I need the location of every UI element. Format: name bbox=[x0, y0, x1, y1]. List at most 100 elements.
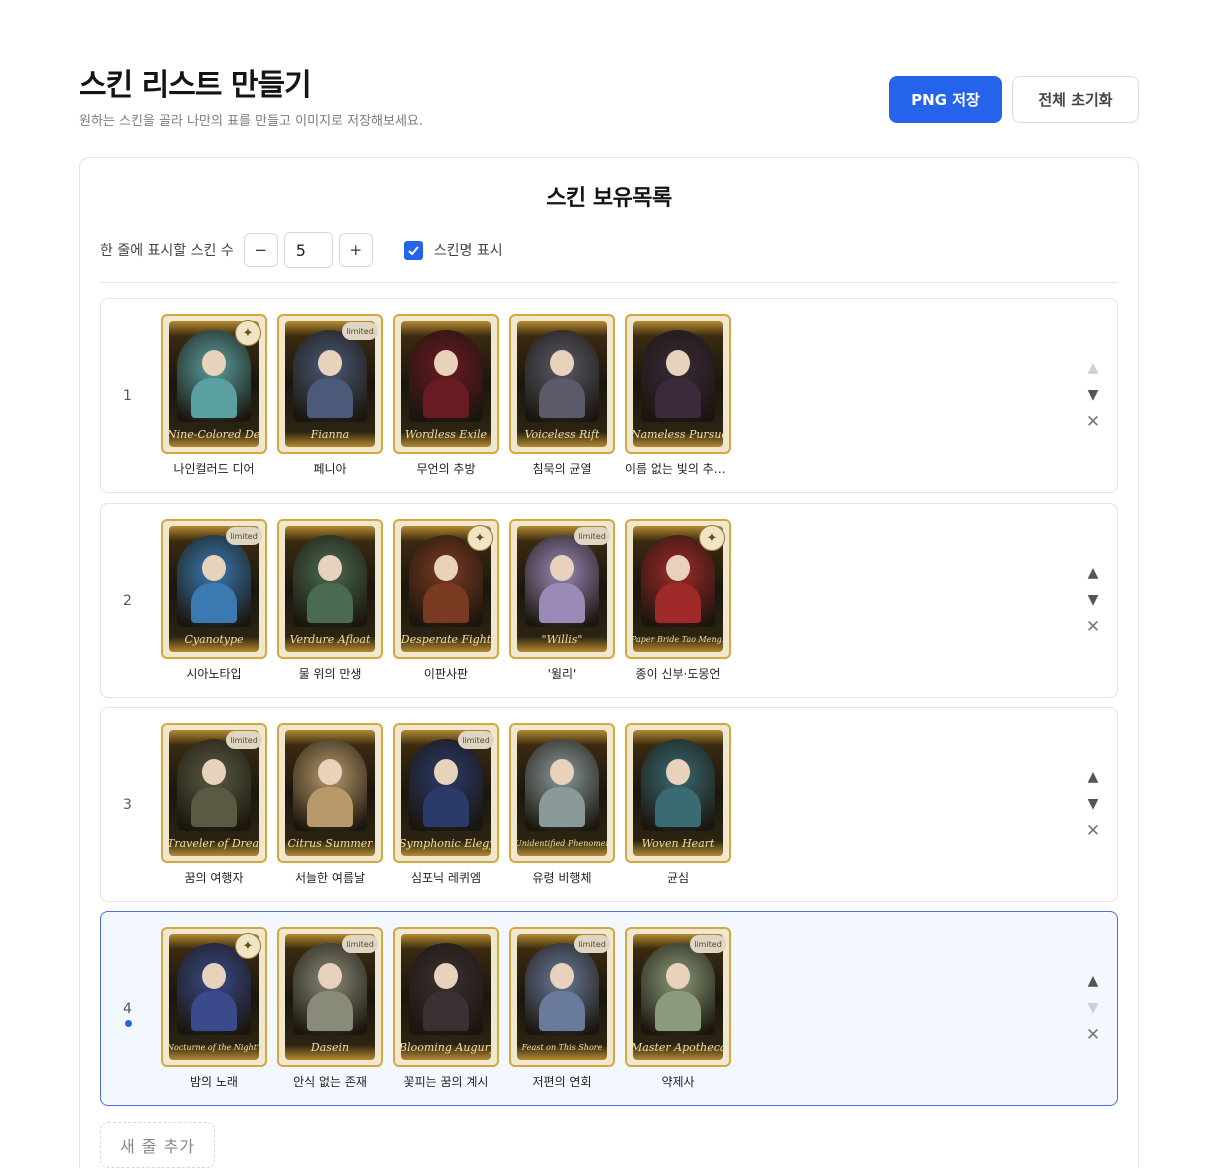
skin-name-label: 꿈의 여행자 bbox=[184, 871, 244, 885]
skin-name-label: 침묵의 균열 bbox=[532, 462, 592, 476]
skin-card[interactable]: Nine-Colored Deer ✦ bbox=[161, 314, 267, 454]
add-row-button[interactable]: 새 줄 추가 bbox=[100, 1122, 215, 1168]
decrease-button[interactable]: − bbox=[243, 233, 278, 267]
skin-row[interactable]: 4 Nocturne of the Night's... ✦ 밤의 노래 Dasein l… bbox=[100, 911, 1118, 1106]
skin-name-label: 유령 비행체 bbox=[532, 871, 592, 885]
portrait-body bbox=[191, 377, 237, 418]
skin-card[interactable]: Unidentified Phenomena bbox=[509, 723, 615, 863]
skin-portrait bbox=[293, 943, 367, 1035]
increase-button[interactable]: + bbox=[338, 233, 373, 267]
skin-item[interactable]: Voiceless Rift 침묵의 균열 bbox=[509, 314, 615, 477]
portrait-face bbox=[434, 759, 458, 786]
row-number: 3 bbox=[123, 796, 132, 813]
skin-card[interactable]: Master Apothecary limited bbox=[625, 927, 731, 1067]
skin-item[interactable]: Citrus Summer 서늘한 여름날 bbox=[277, 723, 383, 886]
png-save-button[interactable]: PNG 저장 bbox=[889, 76, 1002, 123]
move-down-icon[interactable]: ▼ bbox=[1088, 587, 1099, 614]
skin-row[interactable]: 2 Cyanotype limited 시아노타입 Verdure Afloat 물 위의… bbox=[100, 503, 1118, 698]
skin-card[interactable]: Citrus Summer bbox=[277, 723, 383, 863]
skin-item[interactable]: Feast on This Shore limited 저편의 연회 bbox=[509, 927, 615, 1090]
skin-card[interactable]: "Willis" limited bbox=[509, 519, 615, 659]
remove-row-icon[interactable]: ✕ bbox=[1086, 1022, 1100, 1049]
skin-item[interactable]: Dasein limited 안식 없는 존재 bbox=[277, 927, 383, 1090]
remove-row-icon[interactable]: ✕ bbox=[1086, 818, 1100, 845]
portrait-face bbox=[550, 759, 574, 786]
portrait-face bbox=[550, 350, 574, 377]
skin-card[interactable]: Wordless Exile bbox=[393, 314, 499, 454]
skin-card[interactable]: Nameless Pursuer bbox=[625, 314, 731, 454]
move-down-icon[interactable]: ▼ bbox=[1088, 382, 1099, 409]
card-name: Verdure Afloat bbox=[289, 633, 371, 646]
skin-item[interactable]: Blooming Augury 꽃피는 꿈의 계시 bbox=[393, 927, 499, 1090]
limited-badge: limited bbox=[690, 935, 726, 953]
skin-name-label: 시아노타입 bbox=[186, 667, 242, 681]
portrait-face bbox=[666, 350, 690, 377]
skin-name-label: 균심 bbox=[666, 871, 690, 885]
skin-card[interactable]: Fianna limited bbox=[277, 314, 383, 454]
move-up-icon[interactable]: ▲ bbox=[1088, 764, 1099, 791]
card-name: "Willis" bbox=[541, 633, 583, 646]
card-name: Wordless Exile bbox=[404, 428, 488, 441]
skin-item[interactable]: Wordless Exile 무언의 추방 bbox=[393, 314, 499, 477]
skin-portrait bbox=[409, 330, 483, 422]
skin-item[interactable]: Unidentified Phenomena 유령 비행체 bbox=[509, 723, 615, 886]
show-names-checkbox[interactable] bbox=[403, 240, 423, 260]
skin-row[interactable]: 3 Traveler of Dreams limited 꿈의 여행자 Citrus S… bbox=[100, 707, 1118, 902]
skin-item[interactable]: Desperate Fight ✦ 이판사판 bbox=[393, 519, 499, 682]
remove-row-icon[interactable]: ✕ bbox=[1086, 614, 1100, 641]
skin-name-label: '윌리' bbox=[547, 667, 577, 681]
skin-item[interactable]: Paper Bride Tao Meng... ✦ 종이 신부·도몽언 bbox=[625, 519, 731, 682]
skin-name-label: 저편의 연회 bbox=[532, 1075, 592, 1089]
skin-item[interactable]: Master Apothecary limited 약제사 bbox=[625, 927, 731, 1090]
portrait-body bbox=[655, 582, 701, 623]
skin-item[interactable]: Cyanotype limited 시아노타입 bbox=[161, 519, 267, 682]
skin-card[interactable]: Verdure Afloat bbox=[277, 519, 383, 659]
portrait-body bbox=[307, 990, 353, 1031]
show-names-label[interactable]: 스킨명 표시 bbox=[434, 240, 503, 260]
page-header: 스킨 리스트 만들기 원하는 스킨을 골라 나만의 표를 만들고 이미지로 저장… bbox=[79, 66, 1139, 136]
skin-card[interactable]: Dasein limited bbox=[277, 927, 383, 1067]
card-name: Symphonic Elegy bbox=[399, 837, 493, 850]
skin-card[interactable]: Paper Bride Tao Meng... ✦ bbox=[625, 519, 731, 659]
limited-badge: limited bbox=[226, 527, 262, 545]
skin-item[interactable]: Nine-Colored Deer ✦ 나인컬러드 디어 bbox=[161, 314, 267, 477]
remove-row-icon[interactable]: ✕ bbox=[1086, 409, 1100, 436]
portrait-body bbox=[423, 786, 469, 827]
skin-item[interactable]: Fianna limited 페니아 bbox=[277, 314, 383, 477]
row-number: 4 bbox=[123, 1000, 132, 1017]
per-row-input[interactable]: 5 bbox=[283, 232, 333, 268]
skin-card[interactable]: Woven Heart bbox=[625, 723, 731, 863]
skin-item[interactable]: Verdure Afloat 물 위의 만생 bbox=[277, 519, 383, 682]
skin-card[interactable]: Blooming Augury bbox=[393, 927, 499, 1067]
move-up-icon[interactable]: ▲ bbox=[1088, 560, 1099, 587]
skin-item[interactable]: Nocturne of the Night's... ✦ 밤의 노래 bbox=[161, 927, 267, 1090]
move-up-icon[interactable]: ▲ bbox=[1088, 968, 1099, 995]
skin-card[interactable]: Voiceless Rift bbox=[509, 314, 615, 454]
skin-item[interactable]: Traveler of Dreams limited 꿈의 여행자 bbox=[161, 723, 267, 886]
skin-card[interactable]: Symphonic Elegy limited bbox=[393, 723, 499, 863]
move-down-icon[interactable]: ▼ bbox=[1088, 791, 1099, 818]
card-name: Woven Heart bbox=[641, 837, 715, 850]
skin-portrait bbox=[641, 943, 715, 1035]
portrait-face bbox=[434, 350, 458, 377]
portrait-face bbox=[202, 555, 226, 582]
reset-all-button[interactable]: 전체 초기화 bbox=[1012, 76, 1139, 123]
limited-badge: limited bbox=[574, 935, 610, 953]
skin-item[interactable]: Nameless Pursuer 이름 없는 빛의 추적자 bbox=[625, 314, 731, 477]
skin-item[interactable]: Symphonic Elegy limited 심포닉 레퀴엠 bbox=[393, 723, 499, 886]
skin-row[interactable]: 1 Nine-Colored Deer ✦ 나인컬러드 디어 Fianna limited… bbox=[100, 298, 1118, 493]
skin-card[interactable]: Nocturne of the Night's... ✦ bbox=[161, 927, 267, 1067]
skin-item[interactable]: Woven Heart 균심 bbox=[625, 723, 731, 886]
skin-card[interactable]: Feast on This Shore limited bbox=[509, 927, 615, 1067]
card-name: Desperate Fight bbox=[400, 633, 492, 646]
card-name: Nocturne of the Night's... bbox=[167, 1043, 261, 1052]
selected-row-dot-icon bbox=[125, 1020, 132, 1027]
skin-portrait bbox=[525, 535, 599, 627]
skin-card[interactable]: Traveler of Dreams limited bbox=[161, 723, 267, 863]
skin-portrait bbox=[293, 330, 367, 422]
portrait-body bbox=[191, 582, 237, 623]
skin-card[interactable]: Cyanotype limited bbox=[161, 519, 267, 659]
skin-item[interactable]: "Willis" limited '윌리' bbox=[509, 519, 615, 682]
skin-card[interactable]: Desperate Fight ✦ bbox=[393, 519, 499, 659]
limited-badge: limited bbox=[226, 731, 262, 749]
